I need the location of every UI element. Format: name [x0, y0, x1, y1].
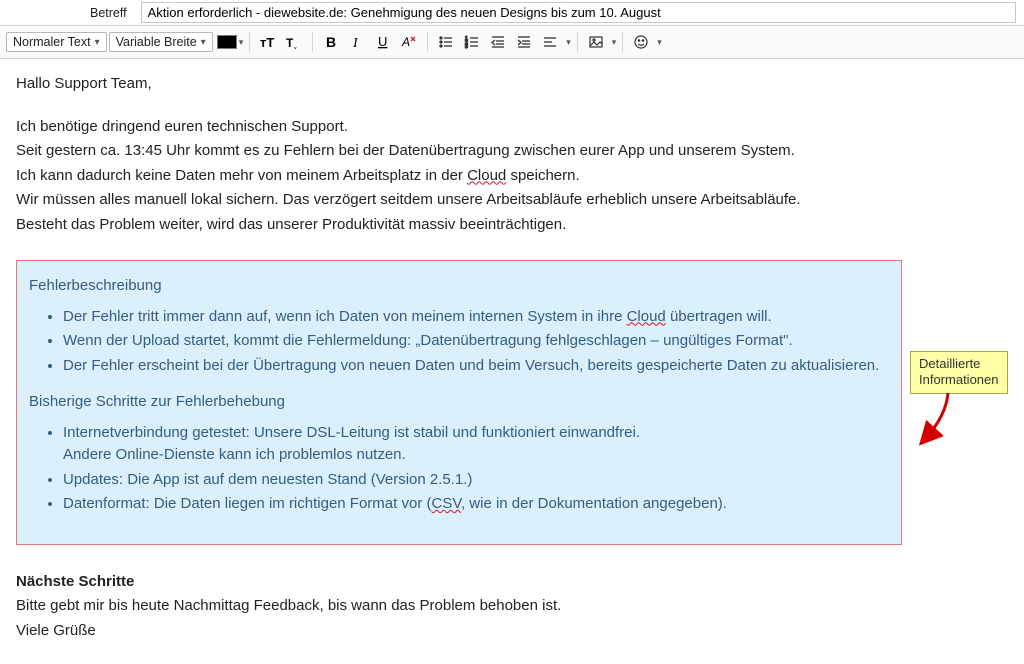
separator — [249, 32, 250, 52]
align-button[interactable] — [538, 30, 562, 54]
separator — [312, 32, 313, 52]
paragraph-style-select[interactable]: Normaler Text ▾ — [6, 32, 107, 52]
image-icon — [588, 34, 604, 50]
insert-image-button[interactable] — [584, 30, 608, 54]
underline-icon: U — [375, 34, 391, 50]
subject-row: Betreff — [0, 0, 1024, 26]
list-item: Internetverbindung getestet: Unsere DSL-… — [63, 422, 889, 467]
italic-button[interactable]: I — [345, 30, 369, 54]
indent-button[interactable] — [512, 30, 536, 54]
bullet-list-icon — [438, 34, 454, 50]
svg-text:A: A — [401, 35, 410, 49]
svg-text:T˯: T˯ — [286, 36, 297, 50]
font-size-increase-button[interactable]: ᴛT — [256, 30, 280, 54]
section-heading: Fehlerbeschreibung — [29, 275, 889, 298]
subject-label: Betreff — [90, 6, 141, 20]
next-steps-line: Bitte gebt mir bis heute Nachmittag Feed… — [16, 595, 1008, 618]
chevron-down-icon[interactable]: ▾ — [657, 37, 662, 48]
annotation-arrow-icon — [943, 391, 983, 459]
separator — [622, 32, 623, 52]
font-decrease-icon: T˯ — [286, 34, 302, 50]
emoji-button[interactable] — [629, 30, 653, 54]
font-family-label: Variable Breite — [116, 35, 197, 49]
list-item: Wenn der Upload startet, kommt die Fehle… — [63, 330, 889, 353]
list-item: Updates: Die App ist auf dem neuesten St… — [63, 469, 889, 492]
intro-line: Ich kann dadurch keine Daten mehr von me… — [16, 165, 1008, 188]
clear-format-button[interactable]: A — [397, 30, 421, 54]
bold-button[interactable]: B — [319, 30, 343, 54]
chevron-down-icon[interactable]: ▾ — [566, 37, 571, 48]
smiley-icon — [633, 34, 649, 50]
section-heading: Bisherige Schritte zur Fehlerbehebung — [29, 391, 889, 414]
number-list-button[interactable]: 123 — [460, 30, 484, 54]
number-list-icon: 123 — [464, 34, 480, 50]
email-body[interactable]: Hallo Support Team, Ich benötige dringen… — [0, 59, 1024, 664]
svg-text:ᴛT: ᴛT — [260, 35, 274, 50]
intro-line: Besteht das Problem weiter, wird das uns… — [16, 214, 1008, 237]
svg-text:B: B — [326, 34, 336, 50]
greeting: Hallo Support Team, — [16, 73, 1008, 96]
spellcheck-word: CSV — [431, 495, 460, 512]
bold-icon: B — [323, 34, 339, 50]
outdent-button[interactable] — [486, 30, 510, 54]
align-icon — [542, 34, 558, 50]
subject-input[interactable] — [141, 2, 1016, 23]
intro-line: Seit gestern ca. 13:45 Uhr kommt es zu F… — [16, 140, 1008, 163]
details-highlight-box: Fehlerbeschreibung Der Fehler tritt imme… — [16, 260, 902, 545]
spellcheck-word: Cloud — [467, 167, 506, 184]
chevron-down-icon: ▾ — [95, 37, 100, 48]
italic-icon: I — [349, 34, 365, 50]
color-swatch-icon — [217, 35, 237, 49]
svg-text:3: 3 — [465, 44, 468, 50]
paragraph-style-label: Normaler Text — [13, 35, 91, 49]
format-toolbar: Normaler Text ▾ Variable Breite ▾ ▾ ᴛT T… — [0, 26, 1024, 59]
text-color-button[interactable] — [215, 30, 239, 54]
svg-text:U: U — [378, 34, 387, 49]
font-size-decrease-button[interactable]: T˯ — [282, 30, 306, 54]
spellcheck-word: Cloud — [627, 308, 666, 325]
svg-text:I: I — [352, 36, 359, 50]
error-description-list: Der Fehler tritt immer dann auf, wenn ic… — [29, 306, 889, 378]
font-family-select[interactable]: Variable Breite ▾ — [109, 32, 213, 52]
section-heading: Nächste Schritte — [16, 571, 1008, 594]
bullet-list-button[interactable] — [434, 30, 458, 54]
underline-button[interactable]: U — [371, 30, 395, 54]
font-increase-icon: ᴛT — [260, 34, 276, 50]
troubleshooting-list: Internetverbindung getestet: Unsere DSL-… — [29, 422, 889, 516]
list-item: Der Fehler tritt immer dann auf, wenn ic… — [63, 306, 889, 329]
indent-icon — [516, 34, 532, 50]
next-steps-section: Nächste Schritte Bitte gebt mir bis heut… — [16, 571, 1008, 618]
intro-line: Wir müssen alles manuell lokal sichern. … — [16, 189, 1008, 212]
outdent-icon — [490, 34, 506, 50]
separator — [427, 32, 428, 52]
list-item: Der Fehler erscheint bei der Übertragung… — [63, 355, 889, 378]
chevron-down-icon[interactable]: ▾ — [239, 37, 244, 48]
chevron-down-icon[interactable]: ▾ — [612, 37, 617, 48]
annotation-callout: Detaillierte Informationen — [910, 351, 1008, 394]
intro-line: Ich benötige dringend euren technischen … — [16, 116, 1008, 139]
signoff: Viele Grüße — [16, 620, 1008, 643]
separator — [577, 32, 578, 52]
clear-format-icon: A — [401, 34, 417, 50]
list-item: Datenformat: Die Daten liegen im richtig… — [63, 493, 889, 516]
chevron-down-icon: ▾ — [201, 37, 206, 48]
